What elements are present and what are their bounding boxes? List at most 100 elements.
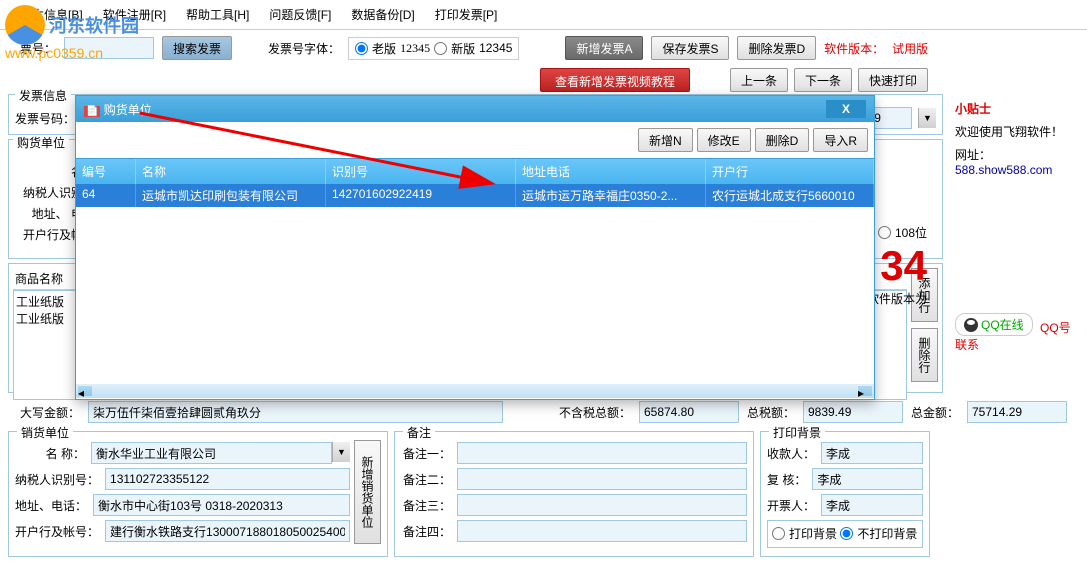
pos-108-radio[interactable] bbox=[878, 226, 891, 239]
font-old-radio[interactable] bbox=[355, 42, 368, 55]
modal-import-button[interactable]: 导入R bbox=[813, 128, 868, 152]
qq-online-button[interactable]: QQ在线 bbox=[955, 313, 1033, 336]
menu-help[interactable]: 帮助工具[H] bbox=[186, 6, 249, 23]
th-bank[interactable]: 开户行 bbox=[706, 159, 874, 184]
seller-tax-label: 纳税人识别号： bbox=[15, 471, 99, 488]
quick-print-button[interactable]: 快速打印 bbox=[858, 68, 928, 92]
scroll-right-icon[interactable]: ▸ bbox=[858, 386, 872, 396]
delete-invoice-button[interactable]: 删除发票D bbox=[737, 36, 816, 60]
font-old-label: 老版 bbox=[372, 40, 396, 57]
menu-print[interactable]: 打印发票[P] bbox=[435, 6, 498, 23]
remark2-input[interactable] bbox=[457, 468, 747, 490]
th-no[interactable]: 编号 bbox=[76, 159, 136, 184]
pretax-label: 不含税总额： bbox=[559, 404, 631, 421]
date-dropdown-icon[interactable]: ▼ bbox=[918, 108, 936, 128]
prev-button[interactable]: 上一条 bbox=[730, 68, 788, 92]
td-no: 64 bbox=[76, 184, 136, 207]
th-id[interactable]: 识别号 bbox=[326, 159, 516, 184]
td-id: 142701602922419 bbox=[326, 184, 516, 207]
cn-amount-label: 大写金额： bbox=[20, 404, 80, 421]
invoice-info-title: 发票信息 bbox=[15, 89, 71, 103]
print-bg-no-radio[interactable] bbox=[840, 527, 853, 540]
modal-add-button[interactable]: 新增N bbox=[638, 128, 693, 152]
td-bank: 农行运城北成支行5660010 bbox=[706, 184, 874, 207]
font-new-sample: 12345 bbox=[479, 41, 512, 55]
seller-addr-input[interactable] bbox=[93, 494, 350, 516]
video-tutorial-button[interactable]: 查看新增发票视频教程 bbox=[540, 68, 690, 92]
remark1-label: 备注一： bbox=[401, 445, 451, 462]
remark3-input[interactable] bbox=[457, 494, 747, 516]
tips-url-label: 网址： bbox=[955, 148, 991, 162]
next-button[interactable]: 下一条 bbox=[794, 68, 852, 92]
buyer-addr-label: 地址、 电 bbox=[13, 205, 83, 222]
reviewer-input[interactable] bbox=[812, 468, 923, 490]
issuer-label: 开票人： bbox=[767, 497, 815, 514]
modal-delete-button[interactable]: 删除D bbox=[755, 128, 810, 152]
cn-amount-input[interactable] bbox=[88, 401, 503, 423]
invoice-no-input[interactable] bbox=[64, 37, 154, 59]
remark4-label: 备注四： bbox=[401, 523, 451, 540]
tips-title: 小贴士 bbox=[955, 100, 1073, 117]
seller-dropdown-icon[interactable]: ▼ bbox=[332, 442, 350, 462]
font-new-label: 新版 bbox=[451, 40, 475, 57]
version-label: 软件版本： bbox=[824, 40, 884, 57]
modal-title: 购货单位 bbox=[104, 103, 152, 117]
payee-input[interactable] bbox=[821, 442, 923, 464]
buyer-title: 购货单位 bbox=[13, 136, 69, 150]
remark3-label: 备注三： bbox=[401, 497, 451, 514]
version-note: 软件版本为 bbox=[867, 290, 927, 307]
tips-welcome: 欢迎使用飞翔软件！ bbox=[955, 123, 1073, 140]
modal-table-header: 编号 名称 识别号 地址电话 开户行 bbox=[76, 158, 874, 184]
remark1-input[interactable] bbox=[457, 442, 747, 464]
menu-register[interactable]: 软件注册[R] bbox=[103, 6, 166, 23]
qq-icon bbox=[964, 318, 978, 332]
seller-name-label: 名 称： bbox=[15, 445, 85, 462]
buyer-bank-label: 开户行及帐 bbox=[13, 226, 83, 243]
print-bg-yes-radio[interactable] bbox=[772, 527, 785, 540]
tax-input[interactable] bbox=[803, 401, 903, 423]
del-row-button[interactable]: 删除行 bbox=[911, 328, 938, 382]
th-name[interactable]: 名称 bbox=[136, 159, 326, 184]
save-invoice-button[interactable]: 保存发票S bbox=[651, 36, 729, 60]
th-addr[interactable]: 地址电话 bbox=[516, 159, 706, 184]
buyer-tax-label: 纳税人识别 bbox=[13, 184, 83, 201]
remark4-input[interactable] bbox=[457, 520, 747, 542]
seller-tax-input[interactable] bbox=[105, 468, 350, 490]
table-row[interactable]: 64 运城市凯达印刷包装有限公司 142701602922419 运城市运万路幸… bbox=[76, 184, 874, 207]
td-addr: 运城市运万路幸福庄0350-2... bbox=[516, 184, 706, 207]
remarks-title: 备注 bbox=[403, 424, 435, 441]
scroll-left-icon[interactable]: ◂ bbox=[78, 386, 92, 396]
buyer-name-label: 名 bbox=[13, 163, 83, 180]
invoice-number-label: 发票号码： bbox=[15, 110, 75, 127]
add-invoice-button[interactable]: 新增发票A bbox=[565, 36, 643, 60]
font-label: 发票号字体： bbox=[268, 40, 340, 57]
menu-backup[interactable]: 数据备份[D] bbox=[351, 6, 414, 23]
font-old-sample: 12345 bbox=[400, 41, 430, 56]
add-seller-button[interactable]: 新增销货单位 bbox=[354, 440, 381, 544]
menubar: 基本信息[B] 软件注册[R] 帮助工具[H] 问题反馈[F] 数据备份[D] … bbox=[0, 0, 1087, 30]
tips-url: 588.show588.com bbox=[955, 163, 1052, 177]
modal-edit-button[interactable]: 修改E bbox=[697, 128, 751, 152]
pos-108-label: 108位 bbox=[895, 224, 927, 241]
seller-addr-label: 地址、电话： bbox=[15, 497, 87, 514]
seller-bank-input[interactable] bbox=[105, 520, 350, 542]
remark2-label: 备注二： bbox=[401, 471, 451, 488]
menu-feedback[interactable]: 问题反馈[F] bbox=[269, 6, 331, 23]
pretax-input[interactable] bbox=[639, 401, 739, 423]
total-input[interactable] bbox=[967, 401, 1067, 423]
big-number: 34 bbox=[867, 242, 927, 290]
reviewer-label: 复 核： bbox=[767, 471, 806, 488]
menu-basic[interactable]: 基本信息[B] bbox=[20, 6, 83, 23]
total-label: 总金额： bbox=[911, 404, 959, 421]
modal-close-button[interactable]: X bbox=[826, 100, 866, 118]
modal-scrollbar[interactable]: ◂ ▸ bbox=[76, 384, 874, 398]
seller-name-input[interactable] bbox=[91, 442, 332, 464]
invoice-no-label: 票号： bbox=[20, 40, 56, 57]
td-name: 运城市凯达印刷包装有限公司 bbox=[136, 184, 326, 207]
search-invoice-button[interactable]: 搜索发票 bbox=[162, 36, 232, 60]
font-new-radio[interactable] bbox=[434, 42, 447, 55]
buyer-selection-dialog: 📄 购货单位 X 新增N 修改E 删除D 导入R 编号 名称 识别号 地址电话 … bbox=[75, 95, 875, 400]
print-bg-no-label: 不打印背景 bbox=[857, 525, 917, 542]
issuer-input[interactable] bbox=[821, 494, 923, 516]
version-value: 试用版 bbox=[892, 40, 928, 57]
